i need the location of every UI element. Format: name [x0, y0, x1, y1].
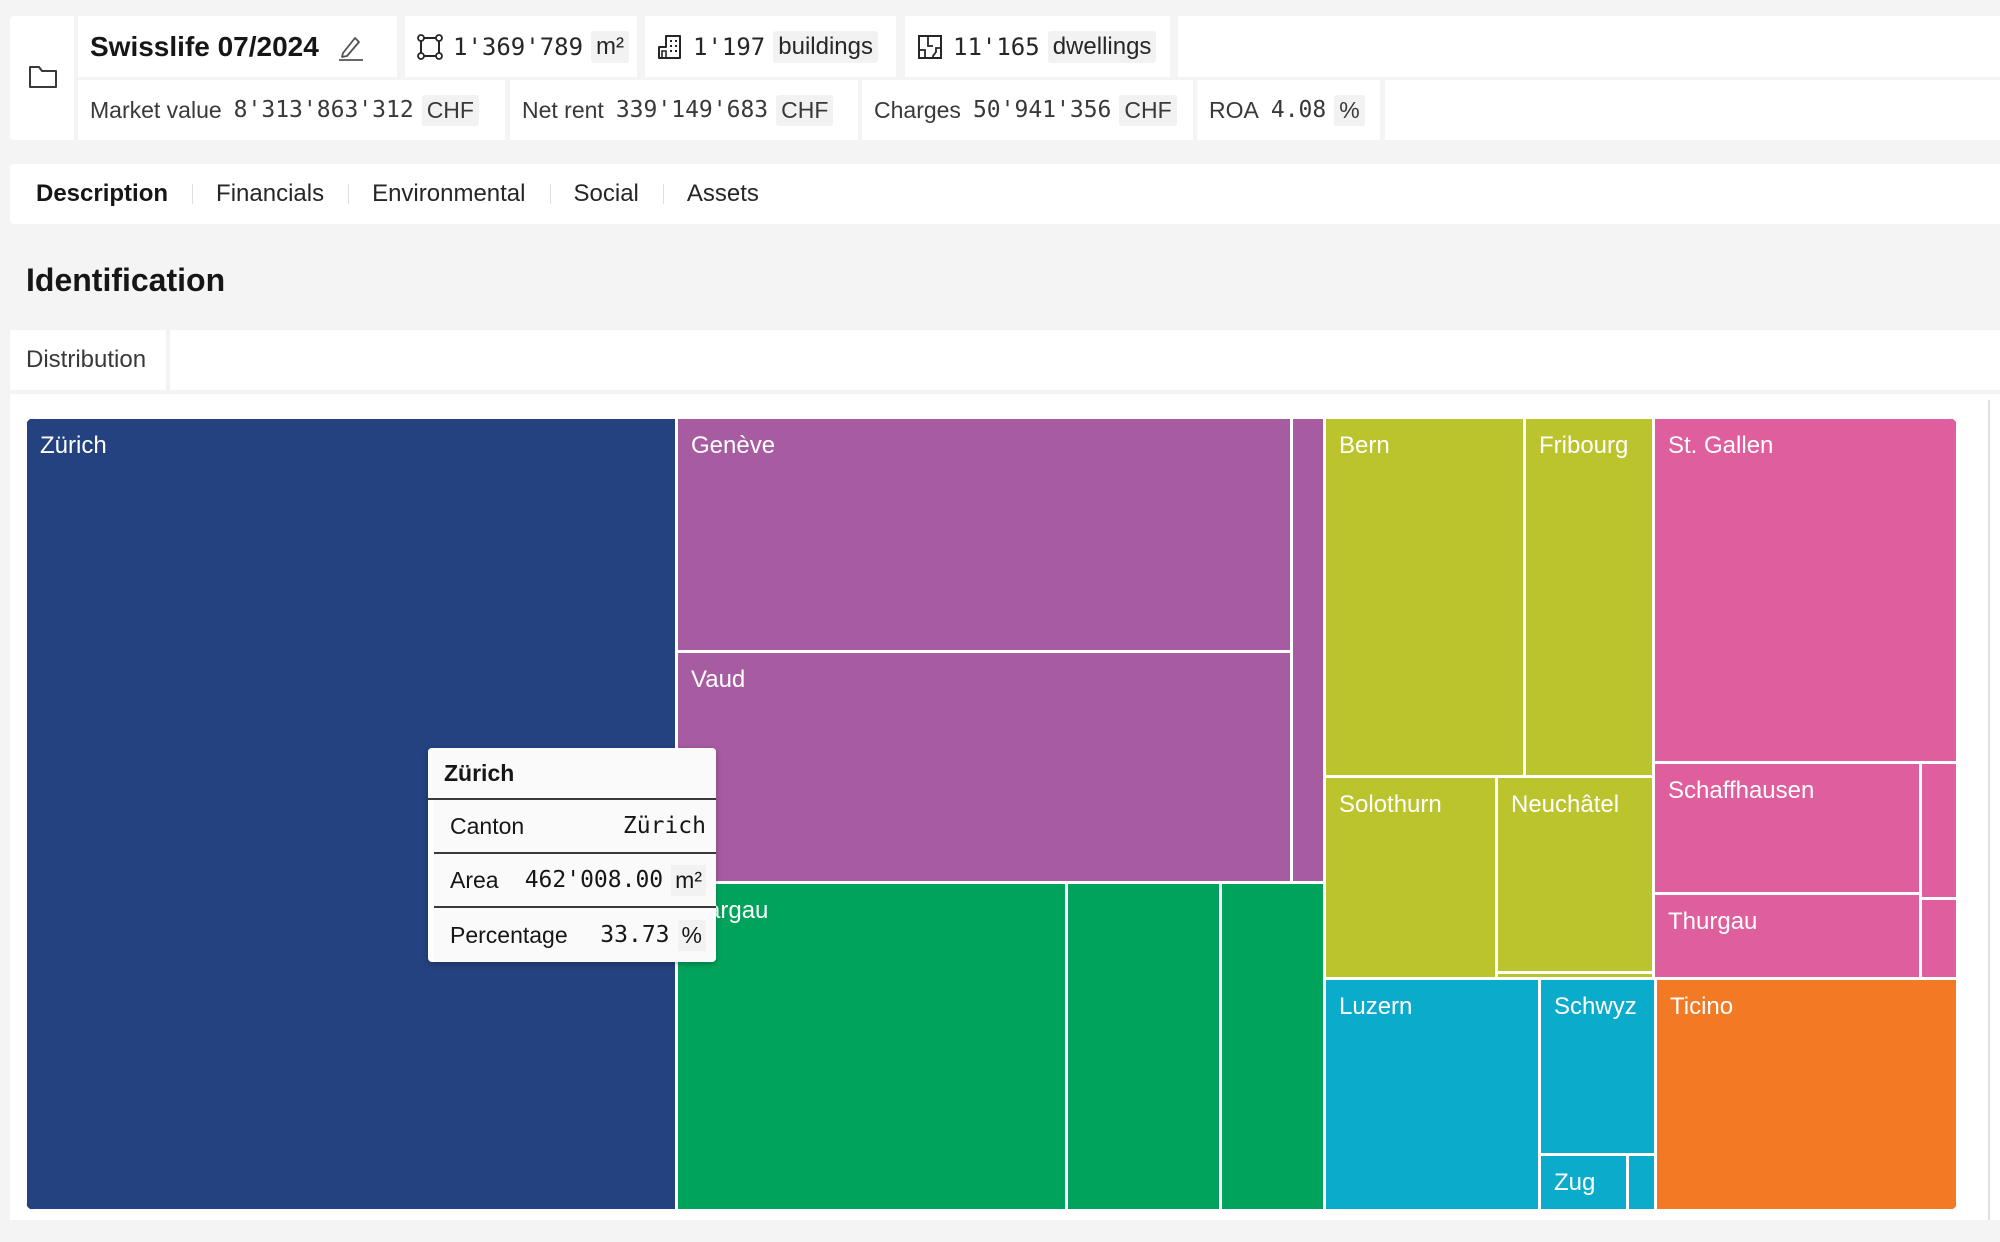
tooltip-title: Zürich — [428, 748, 716, 800]
stat-dwellings-unit: dwellings — [1047, 30, 1157, 63]
pencil-icon[interactable] — [335, 32, 365, 62]
stat-roa-value: 4.08 — [1270, 97, 1327, 123]
tooltip-row-percentage: Percentage 33.73% — [434, 908, 716, 962]
stat-roa: ROA 4.08 % — [1197, 80, 1380, 140]
tooltip-row-canton: Canton Zürich — [434, 800, 716, 854]
stat-market-value-value: 8'313'863'312 — [233, 97, 414, 123]
tab-social[interactable]: Social — [549, 180, 663, 208]
treemap-cell-bern[interactable] — [1324, 418, 1525, 777]
stat-dwellings-value: 11'165 — [953, 32, 1040, 61]
treemap-cell-luzern[interactable] — [1324, 978, 1540, 1210]
treemap-cell-zug[interactable] — [1539, 1154, 1628, 1210]
area-icon — [417, 33, 443, 60]
main-tabs: Description Financials Environmental Soc… — [10, 164, 2000, 224]
treemap-cell-vaud[interactable] — [676, 651, 1292, 883]
stat-market-value-label: Market value — [90, 96, 222, 123]
header-filler — [1178, 16, 2000, 77]
tooltip-key: Percentage — [450, 921, 568, 948]
stat-buildings-unit: buildings — [773, 30, 878, 63]
subtab-distribution[interactable]: Distribution — [10, 330, 170, 390]
tooltip-value: Zürich — [622, 813, 706, 839]
tooltip-value: 462'008.00 — [524, 867, 664, 893]
treemap-cell-basel-landschaft[interactable] — [1220, 882, 1325, 1210]
tooltip-row-area: Area 462'008.00 m² — [434, 854, 716, 908]
header-filler-2 — [1385, 80, 2000, 140]
treemap-cell-st-gallen[interactable] — [1653, 418, 1957, 763]
portfolio-card — [10, 16, 74, 140]
treemap-cell-neuchatel[interactable] — [1496, 776, 1654, 973]
stat-net-rent: Net rent 339'149'683 CHF — [510, 80, 858, 140]
treemap-cell-valais[interactable] — [1291, 418, 1325, 883]
tooltip-key: Canton — [450, 812, 525, 839]
treemap-cell-appenzell[interactable] — [1920, 898, 1957, 979]
stat-area-unit: m² — [591, 30, 630, 63]
treemap-cell-nidwalden[interactable] — [1627, 1154, 1656, 1210]
portfolio-title: Swisslife 07/2024 — [90, 30, 319, 62]
scrollbar[interactable] — [1988, 400, 1990, 1220]
stat-buildings: 1'197 buildings — [645, 16, 896, 77]
building-icon — [658, 34, 681, 59]
stat-roa-unit: % — [1334, 94, 1365, 126]
treemap-cell-schwyz[interactable] — [1539, 978, 1656, 1155]
folder-icon[interactable] — [28, 64, 58, 90]
treemap-cell-fribourg[interactable] — [1524, 418, 1654, 777]
stat-area: 1'369'789 m² — [405, 16, 637, 77]
treemap-cell-graubunden[interactable] — [1920, 762, 1957, 899]
stat-net-rent-value: 339'149'683 — [615, 97, 769, 123]
tooltip-unit: m² — [671, 864, 706, 896]
treemap-cell-aargau[interactable] — [676, 882, 1067, 1210]
stat-area-value: 1'369'789 — [453, 32, 584, 61]
stat-charges-unit: CHF — [1119, 94, 1177, 126]
stat-market-value-unit: CHF — [421, 94, 479, 126]
stat-charges: Charges 50'941'356 CHF — [862, 80, 1193, 140]
tab-description[interactable]: Description — [26, 180, 192, 208]
treemap-cell-schaffhausen[interactable] — [1653, 762, 1921, 894]
tab-financials[interactable]: Financials — [192, 180, 348, 208]
treemap-cell-basel-stadt[interactable] — [1066, 882, 1221, 1210]
treemap-cell-jura[interactable] — [1496, 972, 1654, 979]
tooltip-value: 33.73 — [600, 922, 670, 948]
treemap-tooltip: Zürich Canton Zürich Area 462'008.00 m² P… — [428, 748, 716, 962]
stat-roa-label: ROA — [1209, 96, 1259, 123]
tooltip-key: Area — [450, 866, 499, 893]
treemap-cell-solothurn[interactable] — [1324, 776, 1497, 979]
treemap-cell-ticino[interactable] — [1655, 978, 1957, 1210]
treemap-cell-geneve[interactable] — [676, 418, 1292, 652]
subtab-bar: Distribution — [10, 330, 2000, 390]
stat-buildings-value: 1'197 — [693, 32, 766, 61]
portfolio-title-card: Swisslife 07/2024 — [78, 16, 397, 77]
tab-environmental[interactable]: Environmental — [348, 180, 549, 208]
stat-net-rent-unit: CHF — [776, 94, 834, 126]
stat-dwellings: 11'165 dwellings — [905, 16, 1170, 77]
stat-market-value: Market value 8'313'863'312 CHF — [78, 80, 505, 140]
tooltip-unit: % — [677, 919, 706, 951]
treemap-cell-thurgau[interactable] — [1653, 893, 1921, 979]
floorplan-icon — [918, 34, 942, 59]
tab-assets[interactable]: Assets — [662, 180, 783, 208]
section-title: Identification — [26, 262, 226, 298]
stat-charges-value: 50'941'356 — [972, 97, 1112, 123]
stat-net-rent-label: Net rent — [522, 96, 604, 123]
stat-charges-label: Charges — [874, 96, 961, 123]
